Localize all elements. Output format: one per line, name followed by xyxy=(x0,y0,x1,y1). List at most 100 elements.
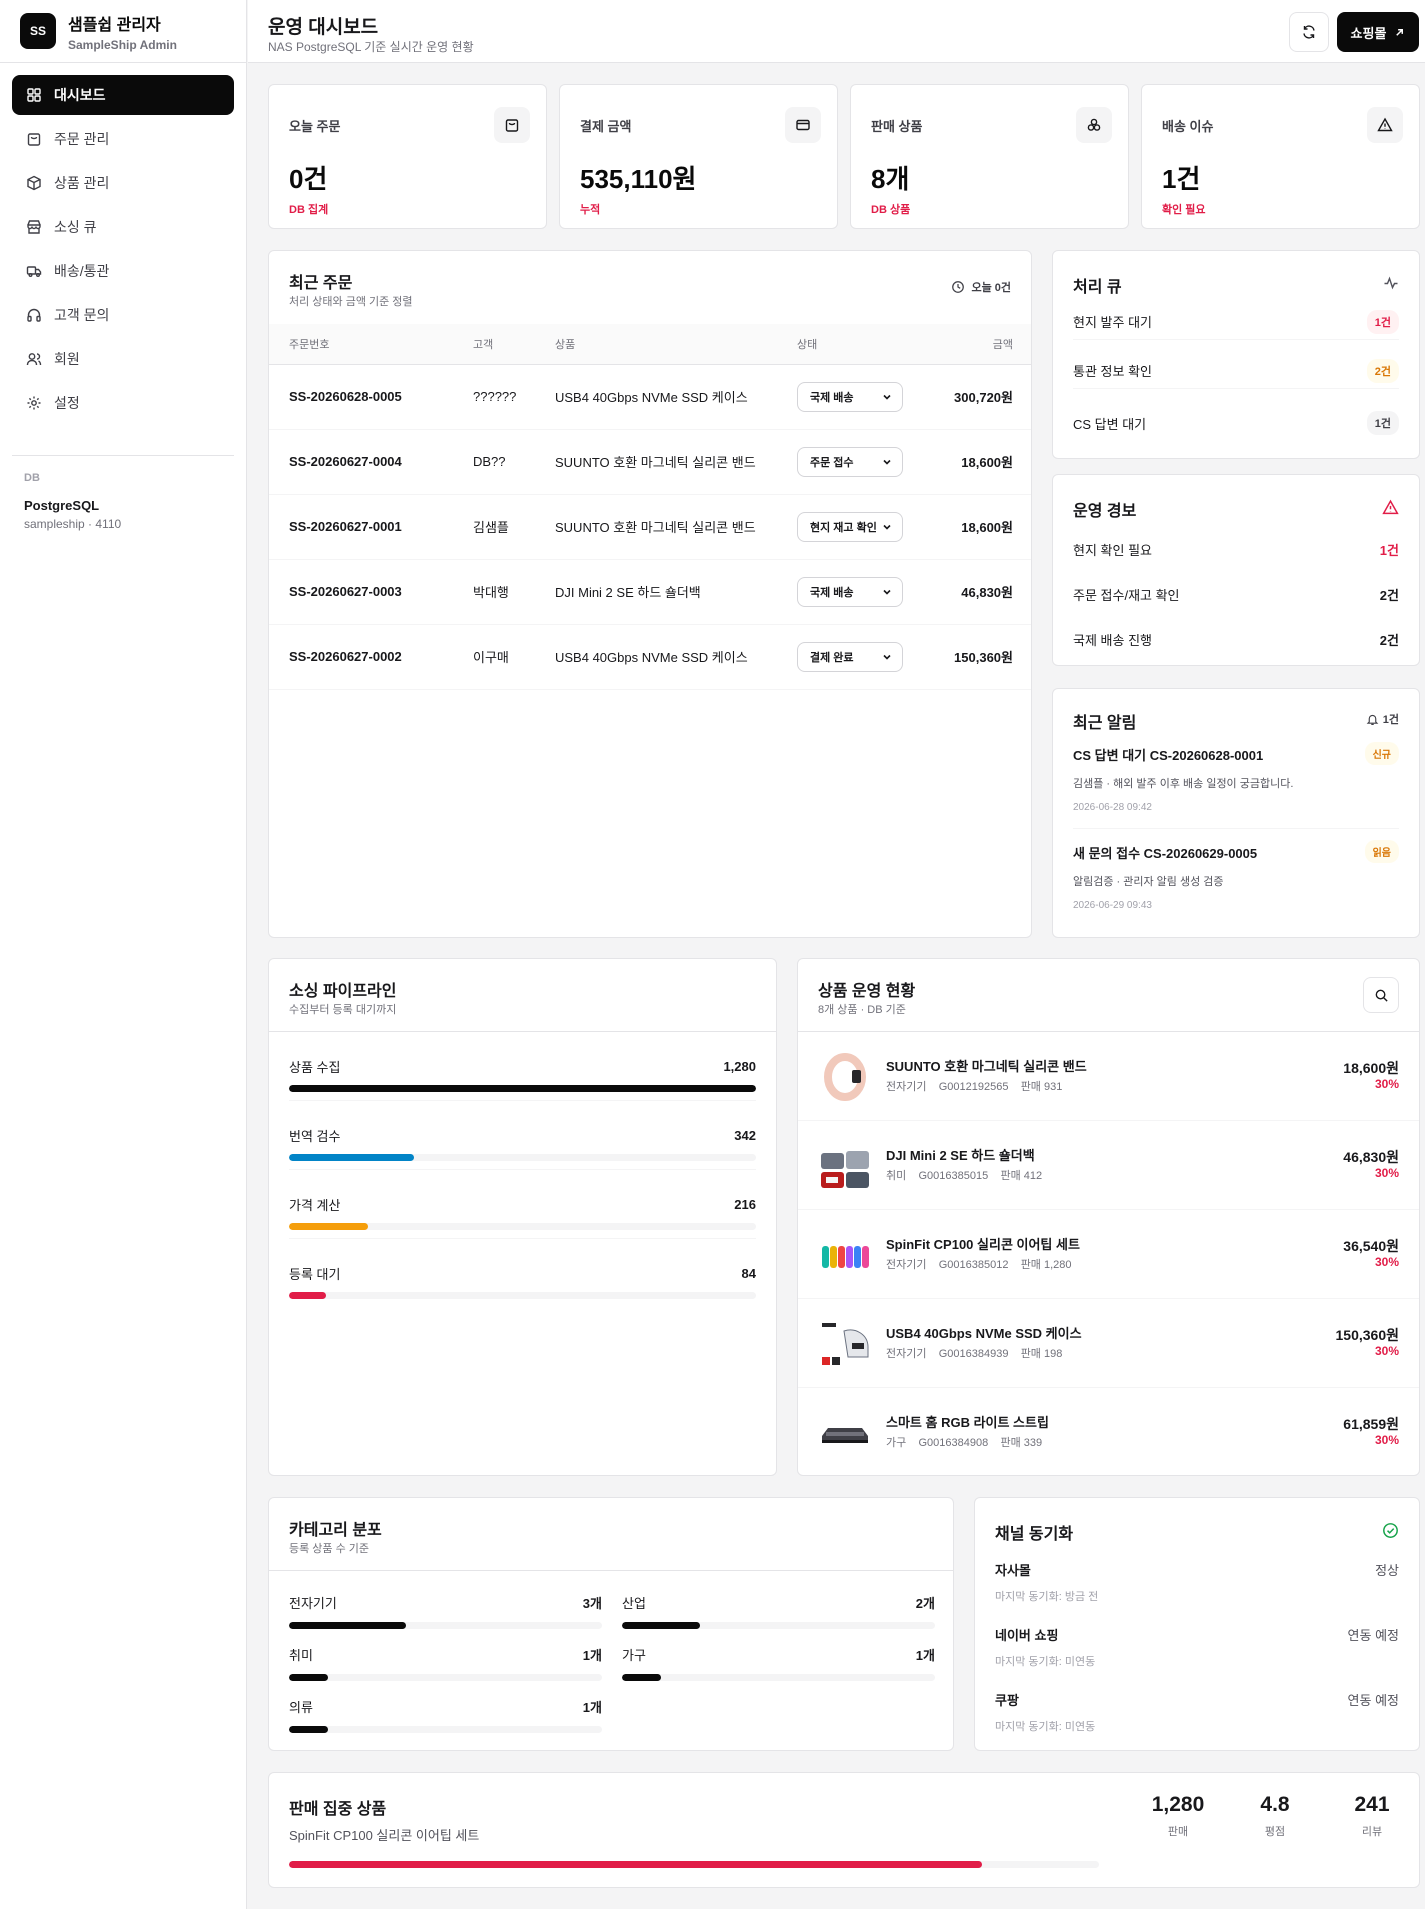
refresh-button[interactable] xyxy=(1289,12,1329,52)
product-row[interactable]: DJI Mini 2 SE 하드 숄더백 취미 G0016385015 판매 4… xyxy=(798,1121,1419,1210)
queue-item-count: 1건 xyxy=(1366,411,1399,435)
sidebar-item-orders[interactable]: 주문 관리 xyxy=(12,119,234,159)
product-meta: 전자기기 G0012192565 판매 931 xyxy=(886,1078,1062,1094)
product-thumbnail-ssd-case xyxy=(818,1317,872,1371)
product-row[interactable]: 스마트 홈 RGB 라이트 스트립 가구 G0016384908 판매 339 … xyxy=(798,1388,1419,1475)
sidebar-item-dashboard[interactable]: 대시보드 xyxy=(12,75,234,115)
channel-item[interactable]: 네이버 쇼핑 마지막 동기화: 미연동 연동 예정 xyxy=(995,1625,1399,1669)
headphones-icon xyxy=(27,308,41,322)
product-category: 취미 xyxy=(886,1170,907,1182)
alert-item[interactable]: 국제 배송 진행 2건 xyxy=(1073,627,1399,651)
table-row[interactable]: SS-20260627-0001 김샘플 SUUNTO 호환 마그네틱 실리콘 … xyxy=(269,494,1031,560)
focus-stat: 1,280 판매 xyxy=(1130,1793,1226,1839)
product-row[interactable]: SUUNTO 호환 마그네틱 실리콘 밴드 전자기기 G0012192565 판… xyxy=(798,1032,1419,1121)
refresh-icon xyxy=(1303,25,1315,39)
sidebar-item-support[interactable]: 고객 문의 xyxy=(12,295,234,335)
recent-orders-title: 최근 주문 xyxy=(289,275,353,292)
focus-stat-label: 평점 xyxy=(1264,1826,1286,1838)
sidebar-item-settings[interactable]: 설정 xyxy=(12,383,234,423)
product-row[interactable]: SpinFit CP100 실리콘 이어팁 세트 전자기기 G001638501… xyxy=(798,1210,1419,1299)
category-label: 취미 xyxy=(289,1648,313,1663)
focus-stat-value: 1,280 xyxy=(1151,1793,1205,1816)
channel-sync-card: 채널 동기화 자사몰 마지막 동기화: 방금 전 정상 네이버 쇼핑 마지막 동… xyxy=(974,1497,1420,1751)
pipeline-bar xyxy=(289,1085,756,1092)
channel-item[interactable]: 쿠팡 마지막 동기화: 미연동 연동 예정 xyxy=(995,1690,1399,1734)
product-sales: 판매 931 xyxy=(1020,1081,1063,1093)
sidebar-item-members[interactable]: 회원 xyxy=(12,339,234,379)
order-status-select[interactable]: 현지 재고 확인 xyxy=(797,511,903,542)
order-status-select[interactable]: 결제 완료 xyxy=(797,641,903,672)
column-header: 금액 xyxy=(915,324,1031,365)
kpi-note: DB 상품 xyxy=(871,204,911,216)
pipeline-value: 342 xyxy=(734,1128,756,1143)
store-icon xyxy=(27,220,41,234)
product-search-button[interactable] xyxy=(1363,977,1399,1013)
kpi-note: 누적 xyxy=(580,204,601,216)
order-status-select[interactable]: 국제 배송 xyxy=(797,381,903,412)
notice-item[interactable]: CS 답변 대기 CS-20260628-0001 신규 김샘플 · 해외 발주… xyxy=(1073,742,1399,829)
notice-item[interactable]: 새 문의 접수 CS-20260629-0005 읽음 알림검증 · 관리자 알… xyxy=(1073,840,1399,927)
alert-item[interactable]: 현지 확인 필요 1건 xyxy=(1073,537,1399,561)
categories-subtitle: 등록 상품 수 기준 xyxy=(289,1543,370,1555)
table-row[interactable]: SS-20260628-0005 ?????? USB4 40Gbps NVMe… xyxy=(269,364,1031,430)
order-status-select[interactable]: 국제 배송 xyxy=(797,576,903,607)
table-row[interactable]: SS-20260627-0004 DB?? SUUNTO 호환 마그네틱 실리콘… xyxy=(269,429,1031,495)
product-meta: 취미 G0016385015 판매 412 xyxy=(886,1167,1042,1183)
pipeline-label: 상품 수집 xyxy=(289,1060,341,1075)
alert-triangle-icon xyxy=(1367,107,1403,143)
category-item: 전자기기 3개 xyxy=(289,1593,602,1629)
kpi-card-payment: 결제 금액 535,110원 누적 xyxy=(559,84,838,229)
product-price: 61,859원 xyxy=(1343,1416,1399,1432)
notices-count[interactable]: 1건 xyxy=(1366,711,1399,727)
chevron-down-icon xyxy=(883,394,891,400)
dashboard-icon xyxy=(27,88,41,102)
order-amount: 18,600원 xyxy=(915,429,1031,495)
focus-title: 판매 집중 상품 xyxy=(289,1801,387,1818)
alert-item-count: 2건 xyxy=(1379,632,1399,648)
queue-item-label: 통관 정보 확인 xyxy=(1073,364,1152,379)
product-name: SpinFit CP100 실리콘 이어팁 세트 xyxy=(886,1237,1080,1252)
kpi-label: 판매 상품 xyxy=(871,119,923,134)
queue-item[interactable]: 통관 정보 확인 2건 xyxy=(1073,358,1399,389)
kpi-card-today-orders: 오늘 주문 0건 DB 집계 xyxy=(268,84,547,229)
activity-icon xyxy=(1384,276,1398,290)
category-value: 1개 xyxy=(582,1700,602,1715)
order-status-select[interactable]: 주문 접수 xyxy=(797,446,903,477)
external-link-icon xyxy=(1396,28,1404,36)
sidebar-item-sourcing[interactable]: 소싱 큐 xyxy=(12,207,234,247)
sidebar-item-shipping[interactable]: 배송/통관 xyxy=(12,251,234,291)
product-meta: 전자기기 G0016385012 판매 1,280 xyxy=(886,1256,1072,1272)
category-value: 1개 xyxy=(915,1648,935,1663)
queue-item[interactable]: CS 답변 대기 1건 xyxy=(1073,408,1399,438)
product-category: 전자기기 xyxy=(886,1348,927,1360)
product-row[interactable]: USB4 40Gbps NVMe SSD 케이스 전자기기 G001638493… xyxy=(798,1299,1419,1388)
column-header: 상품 xyxy=(535,324,777,365)
product-name: USB4 40Gbps NVMe SSD 케이스 xyxy=(886,1326,1082,1341)
product-thumbnail-light-strip xyxy=(818,1406,872,1460)
recent-notices-card: 최근 알림 1건 CS 답변 대기 CS-20260628-0001 신규 김샘… xyxy=(1052,688,1420,938)
queue-item-count: 2건 xyxy=(1366,358,1399,383)
alert-item[interactable]: 주문 접수/재고 확인 2건 xyxy=(1073,582,1399,606)
order-id: SS-20260627-0004 xyxy=(269,429,453,495)
focus-stat: 4.8 평점 xyxy=(1227,1793,1323,1839)
brand-logo[interactable]: SS xyxy=(20,13,56,49)
category-item: 의류 1개 xyxy=(289,1697,602,1733)
column-header: 주문번호 xyxy=(269,324,453,365)
db-sub: sampleship · 4110 xyxy=(24,517,122,531)
table-row[interactable]: SS-20260627-0003 박대행 DJI Mini 2 SE 하드 숄더… xyxy=(269,559,1031,625)
table-row[interactable]: SS-20260627-0002 이구매 USB4 40Gbps NVMe SS… xyxy=(269,624,1031,690)
alert-item-label: 국제 배송 진행 xyxy=(1073,632,1152,648)
pipeline-subtitle: 수집부터 등록 대기까지 xyxy=(289,1004,397,1016)
queue-item[interactable]: 현지 발주 대기 1건 xyxy=(1073,309,1399,340)
channel-sync-time: 마지막 동기화: 방금 전 xyxy=(995,1591,1099,1603)
shop-button[interactable]: 쇼핑몰 xyxy=(1337,12,1419,52)
sidebar-item-products[interactable]: 상품 관리 xyxy=(12,163,234,203)
product-sales: 판매 339 xyxy=(1000,1437,1043,1449)
channel-item[interactable]: 자사몰 마지막 동기화: 방금 전 정상 xyxy=(995,1560,1399,1604)
product-margin: 30% xyxy=(1374,1255,1399,1269)
product-meta: 가구 G0016384908 판매 339 xyxy=(886,1434,1042,1450)
brand-subtitle: SampleShip Admin xyxy=(68,37,177,52)
notice-title: CS 답변 대기 CS-20260628-0001 xyxy=(1073,748,1264,763)
today-orders-label: 오늘 0건 xyxy=(971,282,1011,294)
sidebar-item-label: 소싱 큐 xyxy=(54,219,97,235)
